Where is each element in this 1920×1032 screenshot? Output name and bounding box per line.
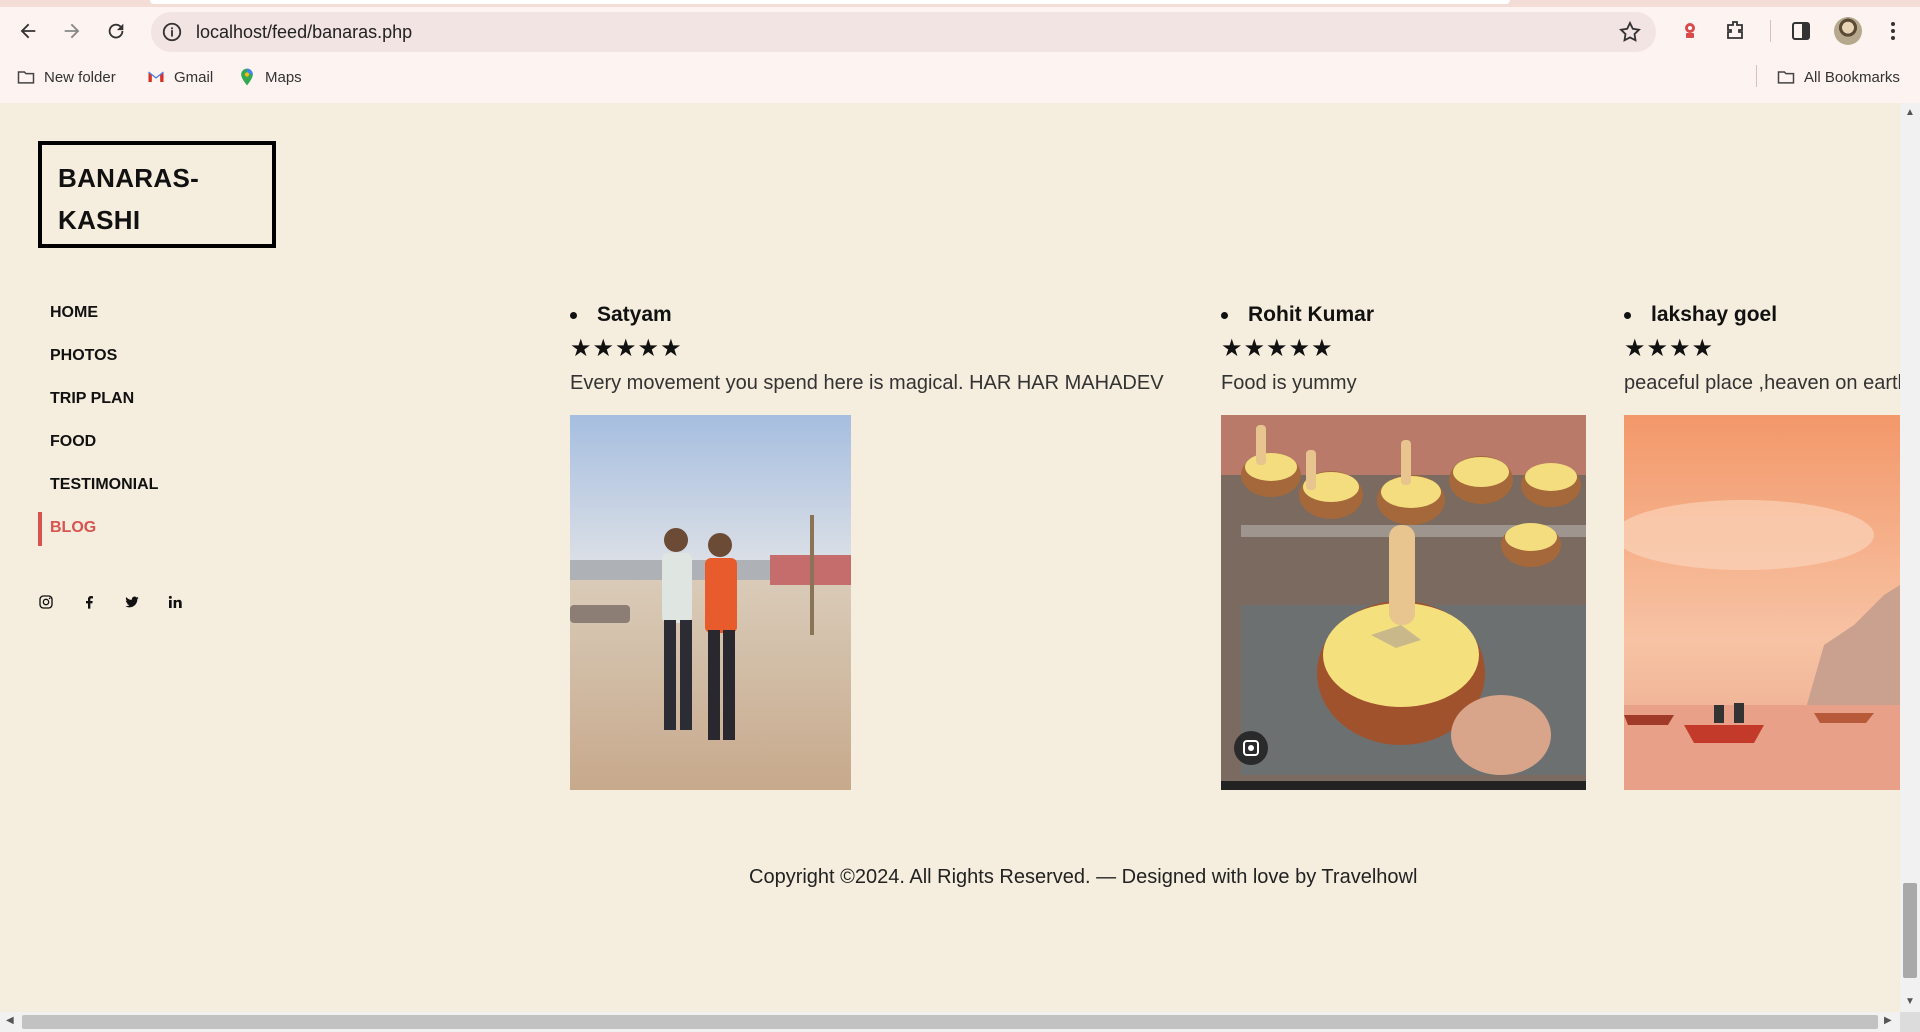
bookmark-maps[interactable]: Maps <box>237 66 302 88</box>
blog-post-1: Satyam ★★★★★ Every movement you spend he… <box>570 298 1164 790</box>
address-bar[interactable]: localhost/feed/banaras.php <box>151 12 1656 52</box>
post-photo-sunset-ghat[interactable] <box>1624 415 1900 790</box>
bookmark-label: Gmail <box>174 68 214 86</box>
site-info-icon[interactable] <box>161 21 183 43</box>
tab-strip <box>0 0 1920 7</box>
bookmark-divider <box>1756 65 1757 87</box>
scroll-right-arrow-icon[interactable]: ▶ <box>1884 1015 1892 1026</box>
post-rating-stars: ★★★★ <box>1624 335 1715 362</box>
logo-line-1: BANARAS- <box>58 163 200 193</box>
vertical-scroll-thumb[interactable] <box>1903 883 1917 978</box>
scroll-up-arrow-icon[interactable]: ▲ <box>1905 107 1915 118</box>
menu-item-trip-plan[interactable]: TRIP PLAN <box>38 377 158 420</box>
post-text: Food is yummy <box>1221 372 1357 394</box>
facebook-icon[interactable] <box>80 593 97 610</box>
profile-avatar[interactable] <box>1834 17 1862 45</box>
bookmark-new-folder[interactable]: New folder <box>16 66 116 88</box>
all-bookmarks[interactable]: All Bookmarks <box>1776 66 1900 88</box>
back-button[interactable] <box>10 13 46 49</box>
menu-item-home[interactable]: HOME <box>38 291 158 334</box>
post-rating-stars: ★★★★★ <box>1221 335 1334 362</box>
bookmark-star-icon[interactable] <box>1618 20 1642 44</box>
logo-text: BANARAS- KASHI <box>58 157 199 241</box>
folder-icon <box>1777 71 1795 84</box>
extension-icon-red[interactable] <box>1675 16 1705 46</box>
bookmark-label: Maps <box>265 68 302 86</box>
scroll-down-arrow-icon[interactable]: ▼ <box>1905 996 1915 1007</box>
reload-button[interactable] <box>98 13 134 49</box>
side-panel-icon <box>1792 22 1810 40</box>
toolbar-divider <box>1770 20 1771 42</box>
instagram-icon[interactable] <box>37 593 54 610</box>
blog-post-2: Rohit Kumar ★★★★★ Food is yummy <box>1221 298 1586 790</box>
forward-button[interactable] <box>54 13 90 49</box>
kebab-menu-icon <box>1891 22 1895 40</box>
puzzle-icon <box>1727 21 1743 39</box>
post-photo-rabri-cups[interactable] <box>1221 415 1586 790</box>
page-content: BANARAS- KASHI HOME PHOTOS TRIP PLAN FOO… <box>0 103 1900 1012</box>
post-author: lakshay goel <box>1624 298 1900 332</box>
social-links <box>37 593 183 610</box>
url-text[interactable]: localhost/feed/banaras.php <box>196 22 412 43</box>
red-extension-icon <box>1685 23 1695 38</box>
vertical-scrollbar[interactable]: ▲ ▼ <box>1900 103 1920 1012</box>
post-author: Rohit Kumar <box>1221 298 1374 332</box>
footer-copyright: Copyright ©2024. All Rights Reserved. — … <box>749 866 1418 888</box>
bookmark-label: New folder <box>44 68 116 86</box>
extensions-button[interactable] <box>1720 16 1750 46</box>
post-author: Satyam <box>570 298 1164 332</box>
site-logo[interactable]: BANARAS- KASHI <box>38 141 276 248</box>
menu-item-testimonial[interactable]: TESTIMONIAL <box>38 463 158 506</box>
menu-item-photos[interactable]: PHOTOS <box>38 334 158 377</box>
back-arrow-icon <box>20 23 36 39</box>
forward-arrow-icon <box>64 23 80 39</box>
reload-icon <box>108 23 124 39</box>
post-photo-two-men-ghat[interactable] <box>570 415 851 790</box>
linkedin-icon[interactable] <box>166 593 183 610</box>
menu-item-food[interactable]: FOOD <box>38 420 158 463</box>
gmail-icon <box>148 71 164 82</box>
maps-pin-icon <box>241 68 253 86</box>
post-rating-stars: ★★★★★ <box>570 335 683 362</box>
menu-button[interactable] <box>1878 16 1908 46</box>
horizontal-scroll-thumb[interactable] <box>22 1015 1878 1029</box>
post-text: peaceful place ,heaven on earth <box>1624 372 1900 394</box>
logo-line-2: KASHI <box>58 205 141 235</box>
browser-chrome: localhost/feed/banaras.php New folder Gm… <box>0 0 1920 103</box>
menu-item-blog[interactable]: BLOG <box>38 506 158 549</box>
bookmark-gmail[interactable]: Gmail <box>146 66 213 88</box>
main-menu: HOME PHOTOS TRIP PLAN FOOD TESTIMONIAL B… <box>38 291 158 549</box>
scroll-left-arrow-icon[interactable]: ◀ <box>6 1015 14 1026</box>
folder-icon <box>17 71 35 84</box>
scrollbar-corner <box>1900 1012 1920 1032</box>
blog-post-3: lakshay goel ★★★★ peaceful place ,heaven… <box>1624 298 1900 790</box>
all-bookmarks-label: All Bookmarks <box>1804 68 1900 86</box>
side-panel-button[interactable] <box>1786 16 1816 46</box>
twitter-icon[interactable] <box>123 593 140 610</box>
post-text: Every movement you spend here is magical… <box>570 372 1164 394</box>
horizontal-scrollbar[interactable]: ◀ ▶ <box>0 1012 1900 1032</box>
